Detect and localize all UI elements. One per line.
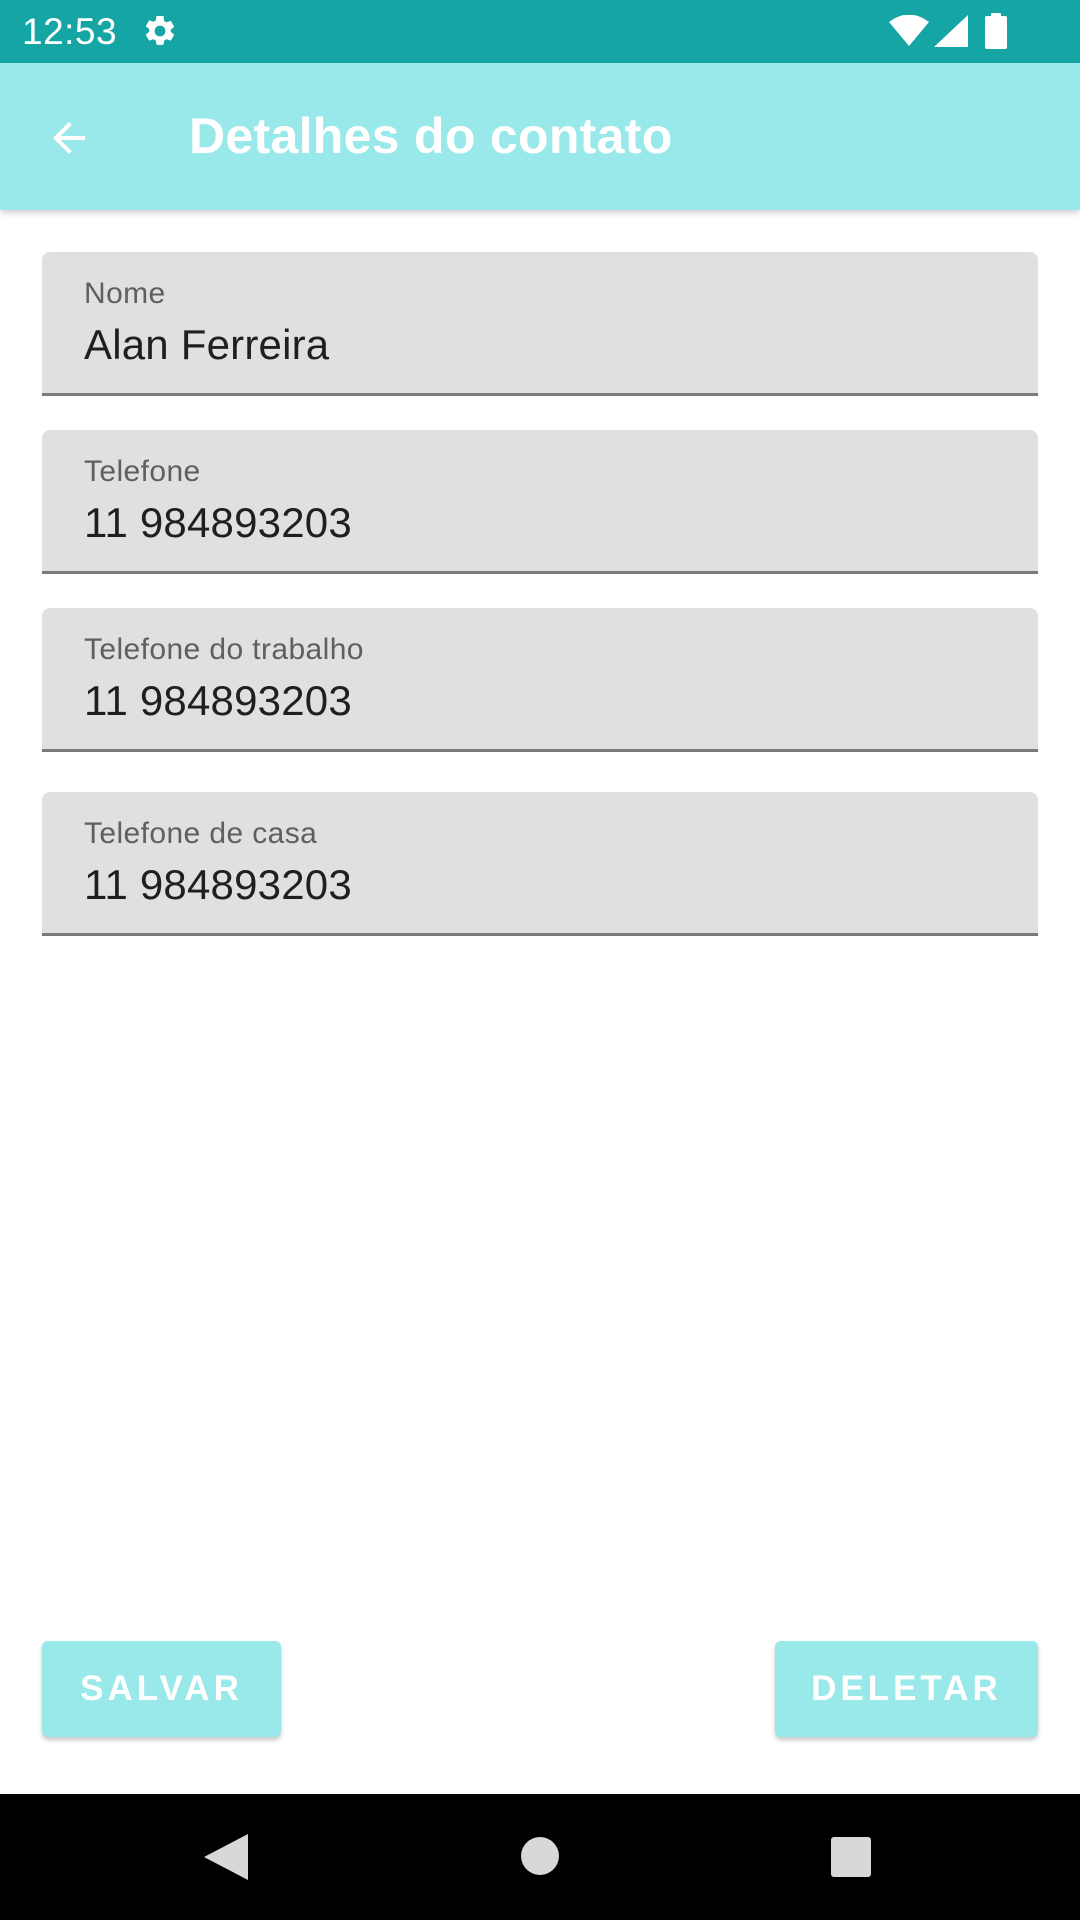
page-title: Detalhes do contato — [189, 108, 673, 164]
nome-label: Nome — [84, 277, 166, 310]
nome-input[interactable]: Alan Ferreira — [84, 320, 329, 370]
app-bar: Detalhes do contato — [0, 63, 1080, 210]
battery-icon — [985, 13, 1007, 49]
telefone-field[interactable]: Telefone 11 984893203 — [42, 430, 1038, 574]
back-button[interactable] — [34, 103, 104, 173]
signal-icon — [934, 15, 968, 47]
telefone-trabalho-field[interactable]: Telefone do trabalho 11 984893203 — [42, 608, 1038, 752]
arrow-left-icon — [53, 122, 85, 154]
back-triangle-icon[interactable] — [204, 1834, 248, 1880]
telefone-casa-input[interactable]: 11 984893203 — [84, 860, 352, 910]
navigation-bar — [0, 1794, 1080, 1920]
wifi-icon — [889, 15, 929, 46]
telefone-trabalho-label: Telefone do trabalho — [84, 633, 364, 666]
status-time: 12:53 — [22, 11, 118, 52]
gear-icon — [145, 15, 175, 45]
telefone-casa-field[interactable]: Telefone de casa 11 984893203 — [42, 792, 1038, 936]
recents-square-icon[interactable] — [830, 1836, 872, 1878]
telefone-input[interactable]: 11 984893203 — [84, 498, 352, 548]
telefone-label: Telefone — [84, 455, 201, 488]
telefone-casa-label: Telefone de casa — [84, 817, 318, 850]
save-button[interactable]: SALVAR — [42, 1641, 281, 1737]
delete-button[interactable]: DELETAR — [775, 1641, 1038, 1737]
home-circle-icon[interactable] — [520, 1836, 560, 1876]
status-bar: 12:53 — [0, 0, 1080, 63]
telefone-trabalho-input[interactable]: 11 984893203 — [84, 676, 352, 726]
nome-field[interactable]: Nome Alan Ferreira — [42, 252, 1038, 396]
